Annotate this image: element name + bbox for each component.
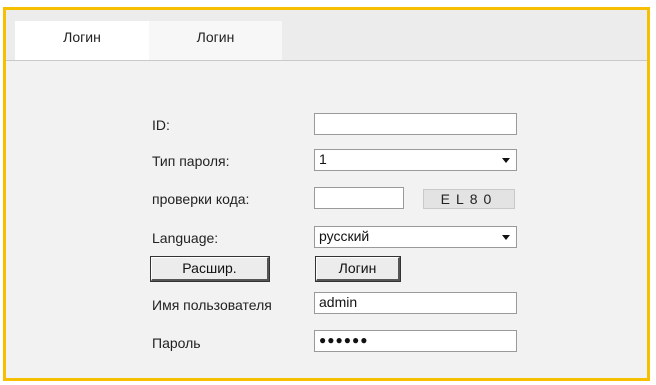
login-button[interactable]: Логин	[315, 256, 401, 282]
language-select[interactable]: русский	[314, 226, 517, 248]
password-label: Пароль	[152, 335, 201, 351]
password-type-value: 1	[319, 151, 327, 167]
login-panel: Логин Логин ID: Тип пароля: 1 проверки к…	[3, 7, 650, 381]
language-value: русский	[319, 228, 370, 244]
chevron-down-icon	[502, 235, 510, 240]
language-label: Language:	[152, 230, 219, 246]
tab-login-2[interactable]: Логин	[149, 21, 282, 60]
password-input[interactable]: ●●●●●●	[314, 330, 517, 352]
id-label: ID:	[152, 117, 170, 133]
tab-login-1[interactable]: Логин	[15, 21, 149, 60]
password-type-select[interactable]: 1	[314, 149, 517, 171]
captcha-image: EL80	[423, 189, 515, 209]
tab-bar: Логин Логин	[6, 10, 647, 61]
password-type-label: Тип пароля:	[152, 153, 230, 169]
code-label: проверки кода:	[152, 191, 250, 207]
chevron-down-icon	[502, 158, 510, 163]
id-input[interactable]	[314, 113, 517, 135]
username-label: Имя пользователя	[152, 297, 272, 313]
username-input[interactable]: admin	[314, 292, 517, 314]
code-input[interactable]	[314, 187, 404, 209]
advanced-button[interactable]: Расшир.	[150, 256, 270, 282]
